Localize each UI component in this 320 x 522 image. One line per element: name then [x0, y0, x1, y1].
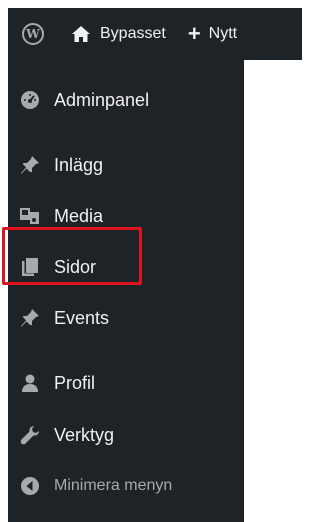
- dashboard-icon: [18, 88, 42, 112]
- sidebar-item-label: Verktyg: [54, 424, 115, 445]
- sidebar-item-label: Adminpanel: [54, 89, 150, 110]
- site-name-label: Bypasset: [100, 25, 166, 42]
- new-content-button[interactable]: + Nytt: [188, 8, 237, 60]
- pin-icon: [18, 306, 42, 330]
- sidebar-item-adminpanel[interactable]: Adminpanel: [8, 80, 244, 120]
- pin-icon: [18, 153, 42, 177]
- site-name-link[interactable]: Bypasset: [70, 8, 166, 60]
- sidebar-item-label: Profil: [54, 372, 96, 393]
- sidebar-item-sidor[interactable]: Sidor: [8, 247, 244, 287]
- admin-sidebar: Adminpanel Inlägg Media Sidor Events Pro…: [8, 60, 244, 522]
- plus-icon: +: [187, 21, 201, 46]
- home-icon: [70, 25, 92, 43]
- sidebar-item-inlagg[interactable]: Inlägg: [8, 145, 244, 185]
- sidebar-item-label: Media: [54, 205, 104, 226]
- pages-icon: [18, 255, 42, 279]
- wrench-icon: [18, 423, 42, 447]
- sidebar-item-verktyg[interactable]: Verktyg: [8, 415, 244, 455]
- collapse-arrow-icon: [18, 474, 42, 498]
- admin-top-bar: W Bypasset + Nytt: [8, 8, 302, 60]
- new-content-label: Nytt: [208, 25, 238, 42]
- collapse-menu-label: Minimera menyn: [54, 477, 173, 494]
- wordpress-icon: W: [22, 23, 44, 45]
- sidebar-item-events[interactable]: Events: [8, 298, 244, 338]
- sidebar-item-label: Events: [54, 307, 110, 328]
- wordpress-logo-button[interactable]: W: [8, 8, 58, 60]
- media-icon: [18, 204, 42, 228]
- user-icon: [18, 371, 42, 395]
- sidebar-item-label: Sidor: [54, 256, 97, 277]
- collapse-menu-button[interactable]: Minimera menyn: [8, 466, 244, 506]
- sidebar-item-label: Inlägg: [54, 154, 104, 175]
- sidebar-item-media[interactable]: Media: [8, 196, 244, 236]
- sidebar-item-profil[interactable]: Profil: [8, 363, 244, 403]
